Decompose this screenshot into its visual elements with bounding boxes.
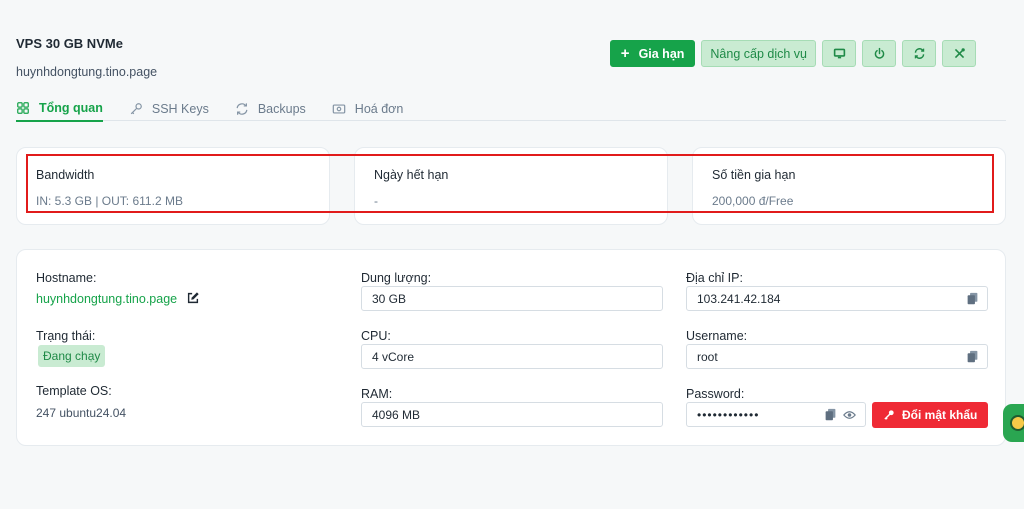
storage-value: 30 GB: [372, 292, 407, 306]
password-value: ••••••••••••: [697, 408, 760, 422]
username-label: Username:: [686, 329, 748, 343]
tab-backups-label: Backups: [257, 101, 306, 116]
renewal-price-card: Số tiền gia hạn 200,000 đ/Free: [692, 147, 1006, 225]
cpu-field: 4 vCore: [361, 344, 663, 369]
storage-label: Dung lượng:: [361, 271, 432, 285]
change-password-button[interactable]: Đổi mật khẩu: [872, 402, 989, 428]
ip-value: 103.241.42.184: [697, 292, 781, 306]
ram-field: 4096 MB: [361, 402, 663, 427]
chat-widget-button[interactable]: [1003, 404, 1024, 442]
copy-icon[interactable]: [966, 292, 979, 305]
tab-ssh-keys[interactable]: SSH Keys: [129, 96, 209, 121]
hostname-label: Hostname:: [36, 271, 97, 285]
expiry-value: -: [374, 194, 378, 208]
copy-icon[interactable]: [966, 350, 979, 363]
renewal-price-value: 200,000 đ/Free: [712, 194, 794, 208]
ip-field: 103.241.42.184: [686, 286, 988, 311]
storage-field: 30 GB: [361, 286, 663, 311]
tools-button[interactable]: [942, 40, 976, 67]
console-button[interactable]: [822, 40, 856, 67]
refresh-icon: [914, 48, 924, 59]
plus-icon: +: [620, 45, 630, 62]
mascot-icon: [1010, 415, 1024, 431]
power-button[interactable]: [862, 40, 896, 67]
tab-invoices-label: Hoá đơn: [354, 101, 404, 116]
ram-value: 4096 MB: [372, 408, 421, 422]
tab-ssh-keys-label: SSH Keys: [151, 101, 209, 116]
power-icon: [874, 47, 884, 59]
page-header: VPS 30 GB NVMe huynhdongtung.tino.page: [16, 36, 157, 79]
password-field: ••••••••••••: [686, 402, 866, 427]
bandwidth-card: Bandwidth IN: 5.3 GB | OUT: 611.2 MB: [16, 147, 330, 225]
invoice-icon: [332, 103, 346, 114]
expiry-card: Ngày hết hạn -: [354, 147, 668, 225]
tab-invoices[interactable]: Hoá đơn: [332, 96, 404, 121]
stats-row: Bandwidth IN: 5.3 GB | OUT: 611.2 MB Ngà…: [16, 147, 1006, 225]
password-label: Password:: [686, 387, 745, 401]
key-icon: [884, 410, 894, 420]
hostname-link[interactable]: huynhdongtung.tino.page: [36, 292, 177, 306]
renewal-price-label: Số tiền gia hạn: [712, 168, 796, 182]
status-label: Trạng thái:: [36, 329, 96, 343]
details-card: Hostname: huynhdongtung.tino.page Trạng …: [16, 249, 1006, 446]
copy-icon[interactable]: [824, 408, 837, 421]
expiry-label: Ngày hết hạn: [374, 168, 449, 182]
cpu-value: 4 vCore: [372, 350, 415, 364]
renew-button[interactable]: + Gia hạn: [609, 40, 696, 67]
tab-bar: Tổng quan SSH Keys Backups Hoá đơn: [16, 96, 1006, 122]
tab-overview[interactable]: Tổng quan: [16, 96, 103, 122]
grid-icon: [17, 102, 29, 114]
key-icon: [130, 102, 142, 114]
restart-button[interactable]: [902, 40, 936, 67]
ram-label: RAM:: [361, 387, 393, 401]
edit-icon[interactable]: [186, 291, 200, 305]
tab-backups[interactable]: Backups: [235, 96, 306, 121]
eye-icon[interactable]: [843, 409, 856, 421]
tab-overview-label: Tổng quan: [39, 101, 103, 115]
sync-icon: [236, 102, 248, 115]
toolbar: + Gia hạn Nâng cấp dịch vụ: [609, 40, 976, 67]
cpu-label: CPU:: [361, 329, 391, 343]
bandwidth-value: IN: 5.3 GB | OUT: 611.2 MB: [36, 194, 183, 208]
status-badge: Đang chạy: [38, 345, 106, 367]
renew-button-label: Gia hạn: [638, 46, 685, 61]
ip-label: Địa chỉ IP:: [686, 271, 743, 285]
template-label: Template OS:: [36, 384, 112, 398]
console-icon: [833, 48, 845, 59]
template-value: 247 ubuntu24.04: [36, 406, 127, 420]
tools-icon: [954, 48, 965, 59]
service-hostname: huynhdongtung.tino.page: [16, 65, 158, 79]
page-title: VPS 30 GB NVMe: [16, 36, 123, 51]
change-password-label: Đổi mật khẩu: [902, 408, 978, 422]
username-value: root: [697, 350, 718, 364]
bandwidth-label: Bandwidth: [36, 168, 95, 182]
upgrade-button-label: Nâng cấp dịch vụ: [710, 46, 807, 61]
username-field: root: [686, 344, 988, 369]
upgrade-button[interactable]: Nâng cấp dịch vụ: [701, 40, 816, 67]
